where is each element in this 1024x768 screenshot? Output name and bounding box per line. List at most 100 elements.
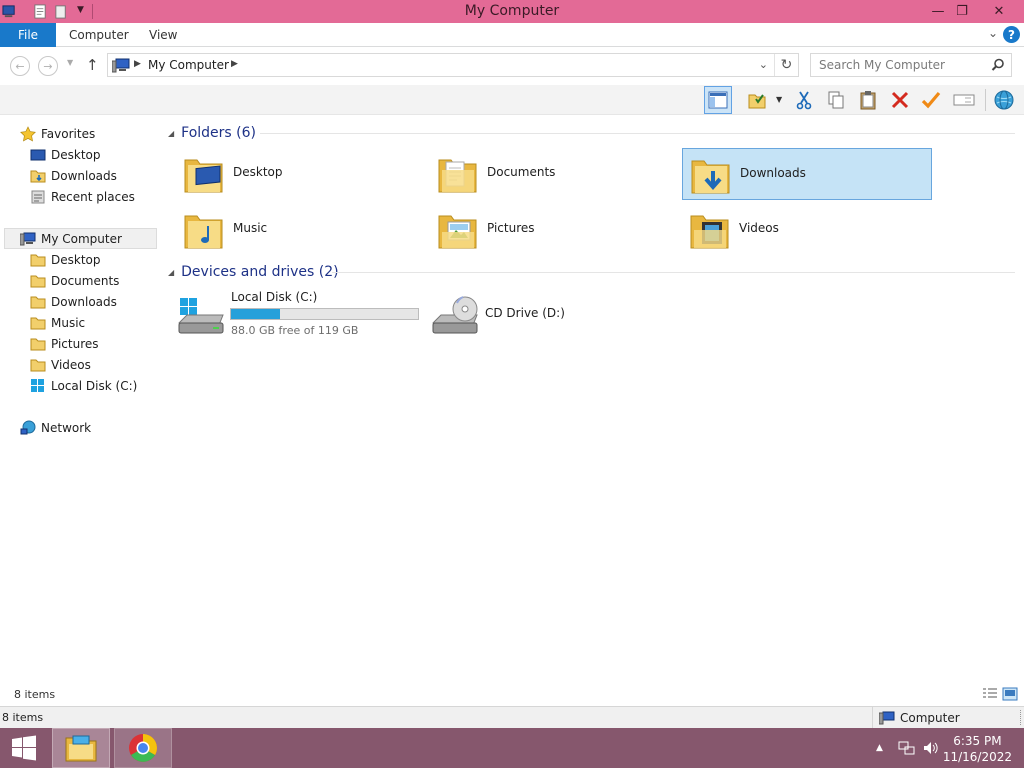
folder-tile-videos[interactable]: Videos — [682, 204, 932, 256]
minimize-icon: — — [931, 4, 945, 19]
nav-favorites[interactable]: Favorites — [20, 123, 95, 144]
restore-button[interactable]: ❐ — [948, 0, 976, 23]
network-tray-button[interactable] — [898, 728, 916, 768]
items-count: 8 items — [14, 688, 56, 701]
clock[interactable]: 6:35 PM 11/16/2022 — [943, 733, 1012, 765]
computer-icon — [112, 58, 130, 73]
speaker-icon — [924, 742, 938, 754]
taskbar-file-explorer[interactable] — [52, 728, 110, 768]
drives-group-header[interactable]: ◢ Devices and drives (2) — [168, 262, 339, 282]
drive-name: Local Disk (C:) — [231, 290, 318, 304]
hard-disk-icon — [178, 298, 224, 334]
nav-computer-music[interactable]: Music — [30, 312, 85, 333]
delete-icon — [891, 91, 909, 109]
tab-view[interactable]: View — [149, 28, 177, 42]
nav-computer-downloads[interactable]: Downloads — [30, 291, 117, 312]
network-icon — [20, 420, 36, 434]
folder-tile-downloads[interactable]: Downloads — [682, 148, 932, 200]
collapse-icon: ◢ — [168, 128, 175, 138]
nav-computer-music-label: Music — [51, 315, 86, 330]
show-hidden-icons-button[interactable]: ▲ — [876, 728, 883, 768]
forward-arrow-icon: → — [43, 59, 53, 73]
nav-favorite-recent-places[interactable]: Recent places — [30, 186, 135, 207]
nav-computer-desktop[interactable]: Desktop — [30, 249, 101, 270]
forward-button[interactable]: → — [38, 56, 58, 76]
globe-icon — [994, 90, 1014, 110]
back-arrow-icon: ← — [15, 59, 25, 73]
delete-button[interactable] — [886, 86, 914, 114]
refresh-button[interactable]: ↻ — [774, 54, 798, 76]
cut-button[interactable] — [790, 86, 818, 114]
nav-computer-downloads-label: Downloads — [51, 294, 117, 309]
drive-tile-cd-drive[interactable]: CD Drive (D:) — [431, 289, 581, 339]
search-input[interactable] — [811, 54, 986, 76]
scissors-icon — [796, 91, 812, 110]
properties-button[interactable] — [917, 86, 945, 114]
nav-computer-pictures[interactable]: Pictures — [30, 333, 99, 354]
nav-my-computer[interactable]: My Computer — [4, 228, 157, 249]
cd-drive-icon — [432, 296, 478, 334]
drive-tile-local-disk[interactable]: Local Disk (C:) 88.0 GB free of 119 GB — [177, 289, 427, 339]
paste-button[interactable] — [854, 86, 882, 114]
volume-tray-button[interactable] — [922, 728, 940, 768]
large-icons-view-icon[interactable] — [1002, 687, 1018, 701]
select-button[interactable] — [743, 86, 771, 114]
taskbar-chrome[interactable] — [114, 728, 172, 768]
network-button[interactable] — [990, 86, 1018, 114]
breadcrumb-chevron-icon[interactable]: ▶ — [134, 59, 141, 69]
nav-computer-videos[interactable]: Videos — [30, 354, 91, 375]
close-button[interactable]: ✕ — [976, 0, 1022, 23]
back-button[interactable]: ← — [10, 56, 30, 76]
folder-tile-music[interactable]: Music — [176, 204, 426, 256]
recent-places-icon — [31, 190, 45, 203]
folders-group-header[interactable]: ◢ Folders (6) — [168, 123, 256, 143]
nav-favorite-downloads[interactable]: Downloads — [30, 165, 117, 186]
folder-icon — [30, 359, 46, 371]
nav-computer-local-disk[interactable]: Local Disk (C:) — [30, 375, 137, 396]
breadcrumb-my-computer[interactable]: My Computer — [148, 58, 229, 72]
toolbar: ▼ — [0, 85, 1024, 115]
nav-computer-documents[interactable]: Documents — [30, 270, 119, 291]
nav-network[interactable]: Network — [20, 417, 91, 438]
nav-computer-videos-label: Videos — [51, 357, 91, 372]
drive-usage-bar — [230, 308, 419, 320]
close-icon: ✕ — [993, 4, 1005, 19]
nav-favorite-desktop[interactable]: Desktop — [30, 144, 101, 165]
tab-file[interactable]: File — [0, 23, 56, 47]
copy-icon — [828, 91, 844, 109]
details-view-icon[interactable] — [982, 687, 998, 701]
favorites-star-icon — [20, 125, 36, 141]
resize-grip[interactable] — [1020, 710, 1022, 725]
preview-pane-button[interactable] — [704, 86, 732, 114]
start-button[interactable] — [0, 728, 48, 768]
folder-tile-label: Desktop — [233, 165, 283, 179]
up-button[interactable]: ↑ — [86, 56, 99, 74]
folder-tile-documents[interactable]: Documents — [430, 148, 680, 200]
content-view: ◢ Folders (6) Desktop Documents Download… — [160, 115, 1024, 685]
breadcrumb-chevron-icon[interactable]: ▶ — [231, 59, 238, 69]
select-dropdown-icon[interactable]: ▼ — [776, 95, 782, 104]
drive-name: CD Drive (D:) — [485, 306, 565, 320]
tab-computer[interactable]: Computer — [69, 28, 129, 42]
help-icon[interactable]: ? — [1003, 26, 1020, 43]
nav-computer-documents-label: Documents — [51, 273, 120, 288]
address-dropdown-icon[interactable]: ⌄ — [759, 58, 768, 71]
copy-button[interactable] — [822, 86, 850, 114]
recent-locations-dropdown-icon[interactable]: ▼ — [67, 58, 73, 67]
status-zone-label: Computer — [900, 710, 960, 725]
nav-network-label: Network — [41, 420, 92, 435]
folder-tile-desktop[interactable]: Desktop — [176, 148, 426, 200]
search-icon[interactable] — [991, 58, 1005, 72]
computer-icon — [20, 232, 36, 245]
folder-tile-label: Videos — [739, 221, 779, 235]
folder-tile-pictures[interactable]: Pictures — [430, 204, 680, 256]
folder-tile-label: Downloads — [740, 166, 806, 180]
folder-icon — [30, 275, 46, 287]
folder-tile-label: Music — [233, 221, 268, 235]
folder-icon — [30, 317, 46, 329]
folders-group-title: Folders (6) — [181, 125, 256, 141]
rename-button[interactable] — [950, 86, 978, 114]
expand-ribbon-icon[interactable]: ⌄ — [988, 26, 998, 40]
address-bar[interactable]: ▶ My Computer ▶ ⌄ ↻ — [107, 53, 799, 77]
videos-folder-icon — [690, 215, 729, 249]
